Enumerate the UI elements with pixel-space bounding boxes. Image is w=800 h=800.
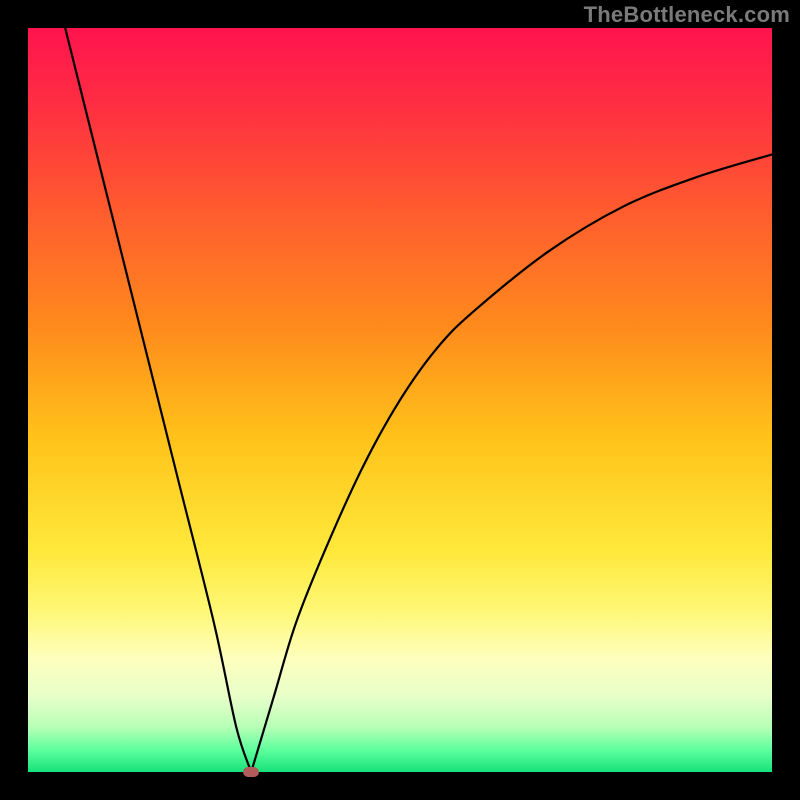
chart-frame: TheBottleneck.com — [0, 0, 800, 800]
chart-svg — [28, 28, 772, 772]
watermark-text: TheBottleneck.com — [584, 2, 790, 28]
optimal-point-marker — [243, 767, 259, 777]
plot-area — [28, 28, 772, 772]
